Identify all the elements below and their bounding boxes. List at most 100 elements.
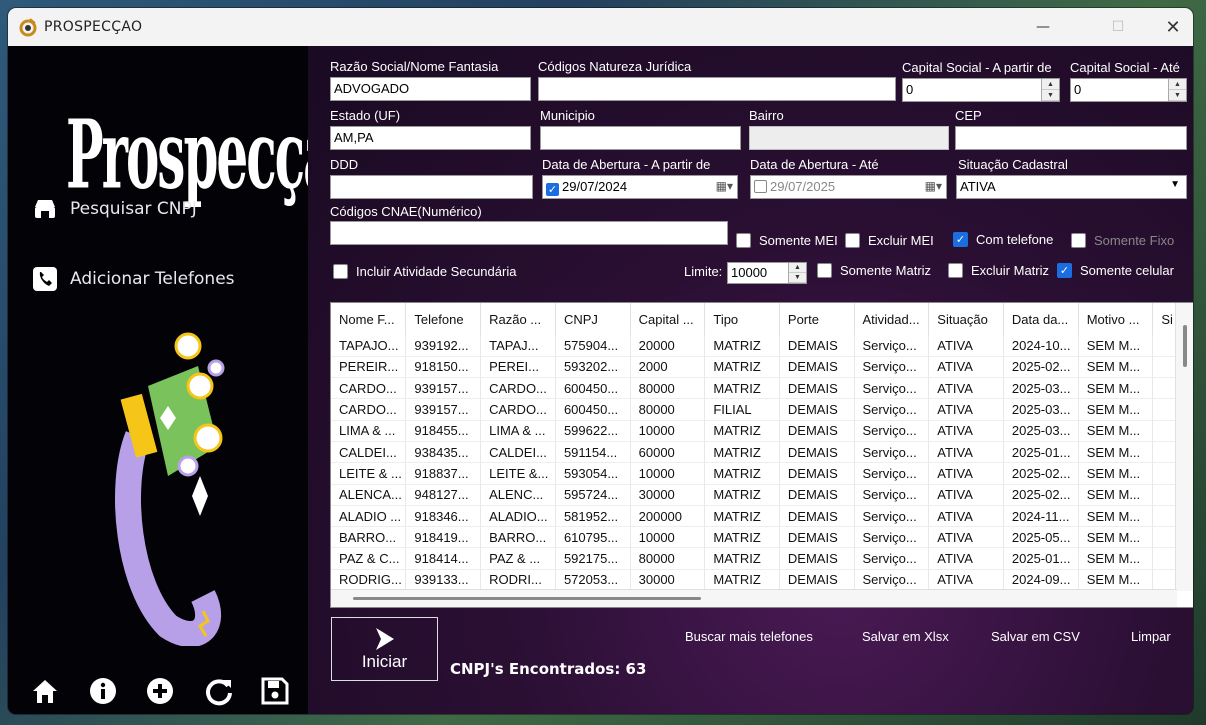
limpar-button[interactable]: Limpar [1131, 629, 1171, 644]
table-cell[interactable]: MATRIZ [704, 335, 780, 357]
table-cell[interactable]: 572053... [555, 569, 631, 592]
table-cell[interactable]: MATRIZ [704, 377, 780, 400]
column-header[interactable]: Atividad... [854, 303, 930, 335]
abertura-de-datepicker[interactable]: ✓ 29/07/2024 ▦▾ [542, 175, 738, 199]
table-cell[interactable]: DEMAIS [779, 484, 855, 506]
table-cell[interactable]: PAZ & ... [480, 547, 556, 570]
table-cell[interactable]: 918150... [405, 356, 482, 379]
table-cell[interactable]: 600450... [555, 377, 631, 400]
table-cell[interactable]: 918455... [405, 420, 482, 442]
excluir-mei-checkbox[interactable]: Excluir MEI [845, 233, 934, 248]
table-cell[interactable]: LEITE &... [480, 462, 556, 485]
somente-mei-checkbox[interactable]: Somente MEI [736, 233, 838, 248]
abertura-de-checkbox[interactable]: ✓ [546, 183, 559, 196]
table-cell[interactable]: 2025-01... [1003, 441, 1079, 464]
column-header[interactable]: Capital ... [630, 303, 706, 335]
table-cell[interactable]: 918837... [405, 462, 482, 485]
table-cell[interactable]: TAPAJ... [480, 335, 556, 357]
table-cell[interactable]: SEM M... [1078, 420, 1154, 442]
table-row[interactable]: PAZ & C... 918414... PAZ & ... 592175... 800… [331, 547, 1193, 570]
table-row[interactable]: RODRIG... 939133... RODRI... 572053... 30000… [331, 569, 1193, 592]
table-cell[interactable]: MATRIZ [704, 569, 780, 592]
table-cell[interactable]: 939133... [405, 569, 482, 592]
table-row[interactable]: BARRO... 918419... BARRO... 610795... 10000 M… [331, 526, 1193, 549]
calendar-icon[interactable]: ▦▾ [925, 179, 942, 193]
table-cell[interactable]: Serviço... [854, 484, 930, 506]
natureza-input[interactable] [538, 77, 896, 101]
table-cell[interactable]: 80000 [630, 547, 706, 570]
table-cell[interactable]: 2025-05... [1003, 526, 1079, 549]
table-row[interactable]: LIMA & ... 918455... LIMA & ... 599622... 10… [331, 420, 1193, 442]
table-cell[interactable]: ATIVA [928, 335, 1004, 357]
close-button[interactable]: ✕ [1148, 8, 1193, 46]
table-cell[interactable]: SEM M... [1078, 377, 1154, 400]
table-cell[interactable]: SEM M... [1078, 547, 1154, 570]
column-header[interactable]: Motivo ... [1078, 303, 1154, 335]
table-cell[interactable]: 10000 [630, 462, 706, 485]
table-cell[interactable]: 595724... [555, 484, 631, 506]
table-cell[interactable]: LEITE & ... [331, 462, 407, 485]
cep-input[interactable] [955, 126, 1187, 150]
info-icon[interactable] [88, 676, 118, 706]
table-cell[interactable]: CARDO... [331, 398, 407, 421]
results-grid[interactable]: Nome F... Telefone Razão ... CNPJ Capital ..… [330, 302, 1193, 608]
table-cell[interactable]: SEM M... [1078, 398, 1154, 421]
table-cell[interactable]: DEMAIS [779, 569, 855, 592]
table-cell[interactable]: 948127... [405, 484, 482, 506]
table-cell[interactable]: 2024-10... [1003, 335, 1079, 357]
table-cell[interactable]: 593202... [555, 356, 631, 379]
table-cell[interactable]: DEMAIS [779, 398, 855, 421]
table-cell[interactable]: 2000 [630, 356, 706, 379]
column-header[interactable]: Data da... [1003, 303, 1079, 335]
somente-celular-checkbox[interactable]: ✓ Somente celular [1057, 263, 1174, 278]
table-cell[interactable]: DEMAIS [779, 420, 855, 442]
table-cell[interactable]: SEM M... [1078, 335, 1154, 357]
scroll-thumb[interactable] [353, 597, 701, 600]
table-cell[interactable]: TAPAJO... [331, 335, 407, 357]
table-cell[interactable]: Serviço... [854, 335, 930, 357]
table-cell[interactable]: 2025-02... [1003, 484, 1079, 506]
table-cell[interactable]: ATIVA [928, 377, 1004, 400]
table-cell[interactable]: MATRIZ [704, 505, 780, 528]
table-cell[interactable]: PEREIR... [331, 356, 407, 379]
table-cell[interactable]: Serviço... [854, 569, 930, 592]
table-cell[interactable]: ATIVA [928, 462, 1004, 485]
table-cell[interactable]: MATRIZ [704, 441, 780, 464]
municipio-input[interactable] [540, 126, 741, 150]
estado-input[interactable]: AM,PA [330, 126, 531, 150]
table-cell[interactable]: RODRIG... [331, 569, 407, 592]
situacao-select[interactable]: ATIVA ▼ [956, 175, 1187, 199]
table-cell[interactable]: 2024-11... [1003, 505, 1079, 528]
nav-pesquisar-cnpj[interactable]: Pesquisar CNPJ [32, 194, 292, 224]
table-cell[interactable]: DEMAIS [779, 547, 855, 570]
table-row[interactable]: CALDEI... 938435... CALDEI... 591154... 6000… [331, 441, 1193, 464]
salvar-xlsx-button[interactable]: Salvar em Xlsx [862, 629, 949, 644]
table-cell[interactable]: 610795... [555, 526, 631, 549]
table-cell[interactable]: LIMA & ... [331, 420, 407, 442]
table-cell[interactable]: PAZ & C... [331, 547, 407, 570]
table-cell[interactable]: BARRO... [331, 526, 407, 549]
table-cell[interactable]: SEM M... [1078, 505, 1154, 528]
table-cell[interactable]: 599622... [555, 420, 631, 442]
table-cell[interactable]: FILIAL [704, 398, 780, 421]
table-cell[interactable]: ATIVA [928, 505, 1004, 528]
column-header[interactable]: Porte [779, 303, 855, 335]
capital-de-stepper[interactable]: 0 ▲ ▼ [902, 78, 1060, 102]
nav-adicionar-telefones[interactable]: Adicionar Telefones [32, 264, 292, 294]
table-cell[interactable]: MATRIZ [704, 526, 780, 549]
table-cell[interactable]: Serviço... [854, 505, 930, 528]
table-cell[interactable]: Serviço... [854, 547, 930, 570]
table-cell[interactable]: BARRO... [480, 526, 556, 549]
iniciar-button[interactable]: Iniciar [331, 617, 438, 681]
table-cell[interactable]: 600450... [555, 398, 631, 421]
table-row[interactable]: PEREIR... 918150... PEREI... 593202... 2000 M… [331, 356, 1193, 379]
save-icon[interactable] [260, 676, 290, 706]
table-cell[interactable]: MATRIZ [704, 484, 780, 506]
table-cell[interactable]: MATRIZ [704, 420, 780, 442]
table-cell[interactable]: DEMAIS [779, 377, 855, 400]
table-cell[interactable]: 80000 [630, 377, 706, 400]
capital-ate-stepper[interactable]: 0 ▲ ▼ [1070, 78, 1187, 102]
table-cell[interactable]: 591154... [555, 441, 631, 464]
table-cell[interactable]: 939157... [405, 398, 482, 421]
table-cell[interactable]: SEM M... [1078, 356, 1154, 379]
